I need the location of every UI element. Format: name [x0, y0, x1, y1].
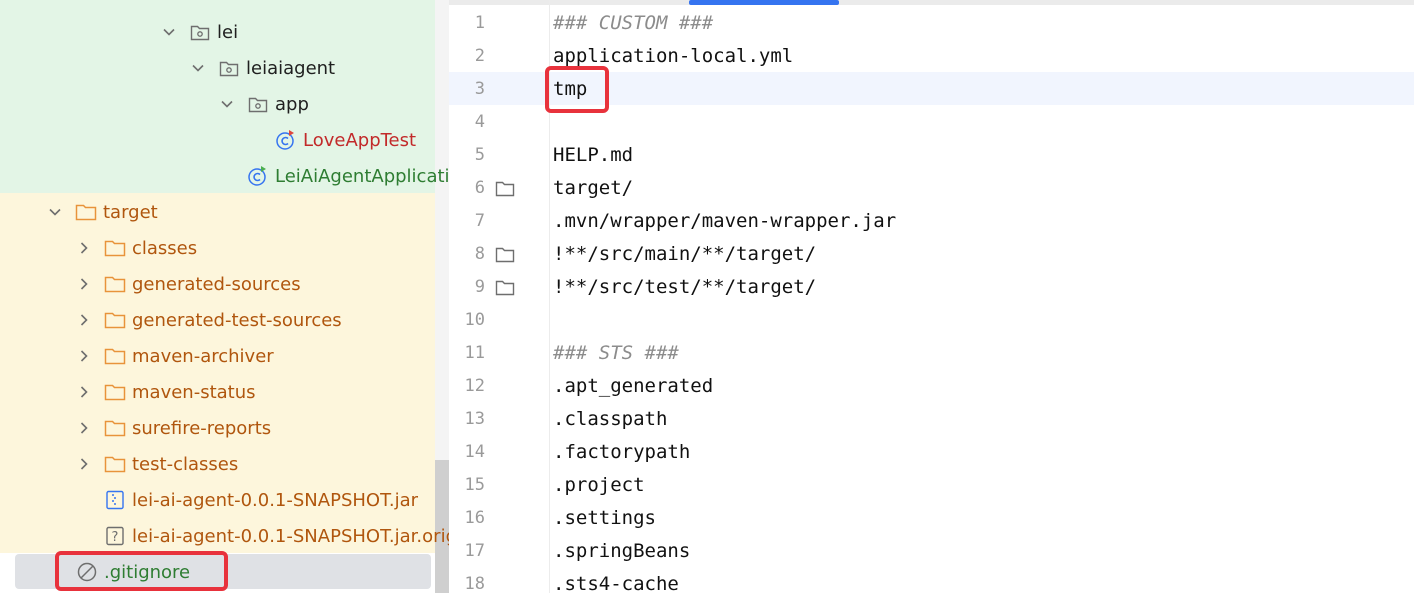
line-number: 10	[464, 310, 485, 330]
code-line[interactable]: target/	[553, 172, 633, 205]
package-icon	[218, 58, 240, 78]
project-tree-panel: lei leiaiagent app LoveAppTest LeiAiAgen…	[0, 0, 449, 593]
folder-icon	[104, 418, 126, 438]
folder-icon	[104, 454, 126, 474]
folder-icon	[75, 202, 97, 222]
chevron-right-icon[interactable]	[76, 456, 92, 472]
code-line[interactable]: HELP.md	[553, 139, 633, 172]
folder-icon	[104, 382, 126, 402]
line-number: 14	[464, 442, 485, 462]
line-number: 13	[464, 409, 485, 429]
code-line[interactable]: ### CUSTOM ###	[553, 7, 713, 40]
line-number: 12	[464, 376, 485, 396]
tmp-highlight-box	[545, 66, 609, 113]
code-line[interactable]: .settings	[553, 502, 656, 535]
line-number: 4	[474, 112, 485, 132]
tree-item-label: leiaiagent	[246, 57, 336, 79]
tree-item-label: maven-archiver	[132, 345, 274, 367]
jar-file-icon	[104, 490, 126, 510]
test-class-icon	[275, 130, 297, 150]
tree-item-label: LeiAiAgentApplicati	[275, 165, 449, 187]
tree-item-snapshot-jar[interactable]: lei-ai-agent-0.0.1-SNAPSHOT.jar	[104, 482, 418, 518]
folder-icon	[104, 274, 126, 294]
code-line[interactable]: .springBeans	[553, 535, 690, 568]
tree-item-target[interactable]: target	[47, 194, 158, 230]
tree-item-label: generated-sources	[132, 273, 301, 295]
package-icon	[247, 94, 269, 114]
code-line[interactable]: !**/src/main/**/target/	[553, 238, 816, 271]
gitignore-highlight-box	[55, 551, 228, 591]
line-number: 1	[474, 13, 485, 33]
tree-item-label: app	[275, 93, 309, 115]
folder-icon[interactable]	[495, 247, 515, 263]
tree-item-loveapptest[interactable]: LoveAppTest	[275, 122, 416, 158]
chevron-right-icon[interactable]	[76, 312, 92, 328]
folder-icon[interactable]	[495, 181, 515, 197]
tree-item-label: generated-test-sources	[132, 309, 342, 331]
tree-item-app[interactable]: app	[219, 86, 309, 122]
editor-tab-bar	[449, 0, 1414, 5]
tree-item-test-classes[interactable]: test-classes	[76, 446, 238, 482]
code-line[interactable]: .apt_generated	[553, 370, 713, 403]
line-number: 6	[474, 178, 485, 198]
code-line[interactable]: .sts4-cache	[553, 568, 679, 601]
line-number: 11	[464, 343, 485, 363]
tree-item-surefire-reports[interactable]: surefire-reports	[76, 410, 271, 446]
tree-item-label: lei-ai-agent-0.0.1-SNAPSHOT.jar	[132, 489, 419, 511]
tree-item-label: lei	[217, 21, 239, 43]
folder-icon[interactable]	[495, 280, 515, 296]
line-number: 15	[464, 475, 485, 495]
tree-item-leiaiagentapplicationtests[interactable]: LeiAiAgentApplicati	[247, 158, 449, 194]
line-number: 8	[474, 244, 485, 264]
chevron-down-icon[interactable]	[47, 204, 63, 220]
folder-icon	[104, 238, 126, 258]
line-number: 3	[474, 79, 485, 99]
unknown-file-icon: ?	[104, 526, 126, 546]
test-class-icon	[247, 166, 269, 186]
chevron-right-icon[interactable]	[76, 348, 92, 364]
package-icon	[189, 22, 211, 42]
tree-item-generated-test-sources[interactable]: generated-test-sources	[76, 302, 342, 338]
code-line[interactable]: .project	[553, 469, 645, 502]
tree-item-label: lei-ai-agent-0.0.1-SNAPSHOT.jar.origi	[132, 525, 449, 547]
chevron-right-icon[interactable]	[76, 420, 92, 436]
active-tab-indicator	[689, 0, 839, 5]
tree-item-maven-archiver[interactable]: maven-archiver	[76, 338, 274, 374]
chevron-down-icon[interactable]	[190, 60, 206, 76]
line-number: 9	[474, 277, 485, 297]
code-line[interactable]: .factorypath	[553, 436, 690, 469]
tree-item-label: test-classes	[132, 453, 239, 475]
folder-icon	[104, 346, 126, 366]
tree-item-label: LoveAppTest	[303, 129, 417, 151]
tree-item-lei[interactable]: lei	[161, 14, 238, 50]
tree-item-label: target	[103, 201, 158, 223]
line-number: 17	[464, 541, 485, 561]
code-line[interactable]: ### STS ###	[553, 337, 679, 370]
editor-panel[interactable]: 1 ### CUSTOM ### 2 application-local.yml…	[449, 0, 1414, 595]
code-line[interactable]: !**/src/test/**/target/	[553, 271, 816, 304]
tree-item-classes[interactable]: classes	[76, 230, 197, 266]
tree-item-label: maven-status	[132, 381, 256, 403]
tree-item-leiaiagent[interactable]: leiaiagent	[190, 50, 335, 86]
line-number: 7	[474, 211, 485, 231]
line-number: 2	[474, 46, 485, 66]
tree-item-label: surefire-reports	[132, 417, 272, 439]
folder-icon	[104, 310, 126, 330]
line-number: 5	[474, 145, 485, 165]
svg-text:?: ?	[112, 530, 119, 545]
chevron-right-icon[interactable]	[76, 384, 92, 400]
code-line[interactable]: .classpath	[553, 403, 667, 436]
tree-item-snapshot-jar-original[interactable]: ? lei-ai-agent-0.0.1-SNAPSHOT.jar.origi	[104, 518, 449, 554]
tree-item-maven-status[interactable]: maven-status	[76, 374, 256, 410]
code-line[interactable]: .mvn/wrapper/maven-wrapper.jar	[553, 205, 896, 238]
chevron-down-icon[interactable]	[161, 24, 177, 40]
line-number: 18	[464, 574, 485, 594]
tree-item-label: classes	[132, 237, 198, 259]
chevron-right-icon[interactable]	[76, 240, 92, 256]
chevron-right-icon[interactable]	[76, 276, 92, 292]
line-number: 16	[464, 508, 485, 528]
tree-item-generated-sources[interactable]: generated-sources	[76, 266, 301, 302]
chevron-down-icon[interactable]	[219, 96, 235, 112]
